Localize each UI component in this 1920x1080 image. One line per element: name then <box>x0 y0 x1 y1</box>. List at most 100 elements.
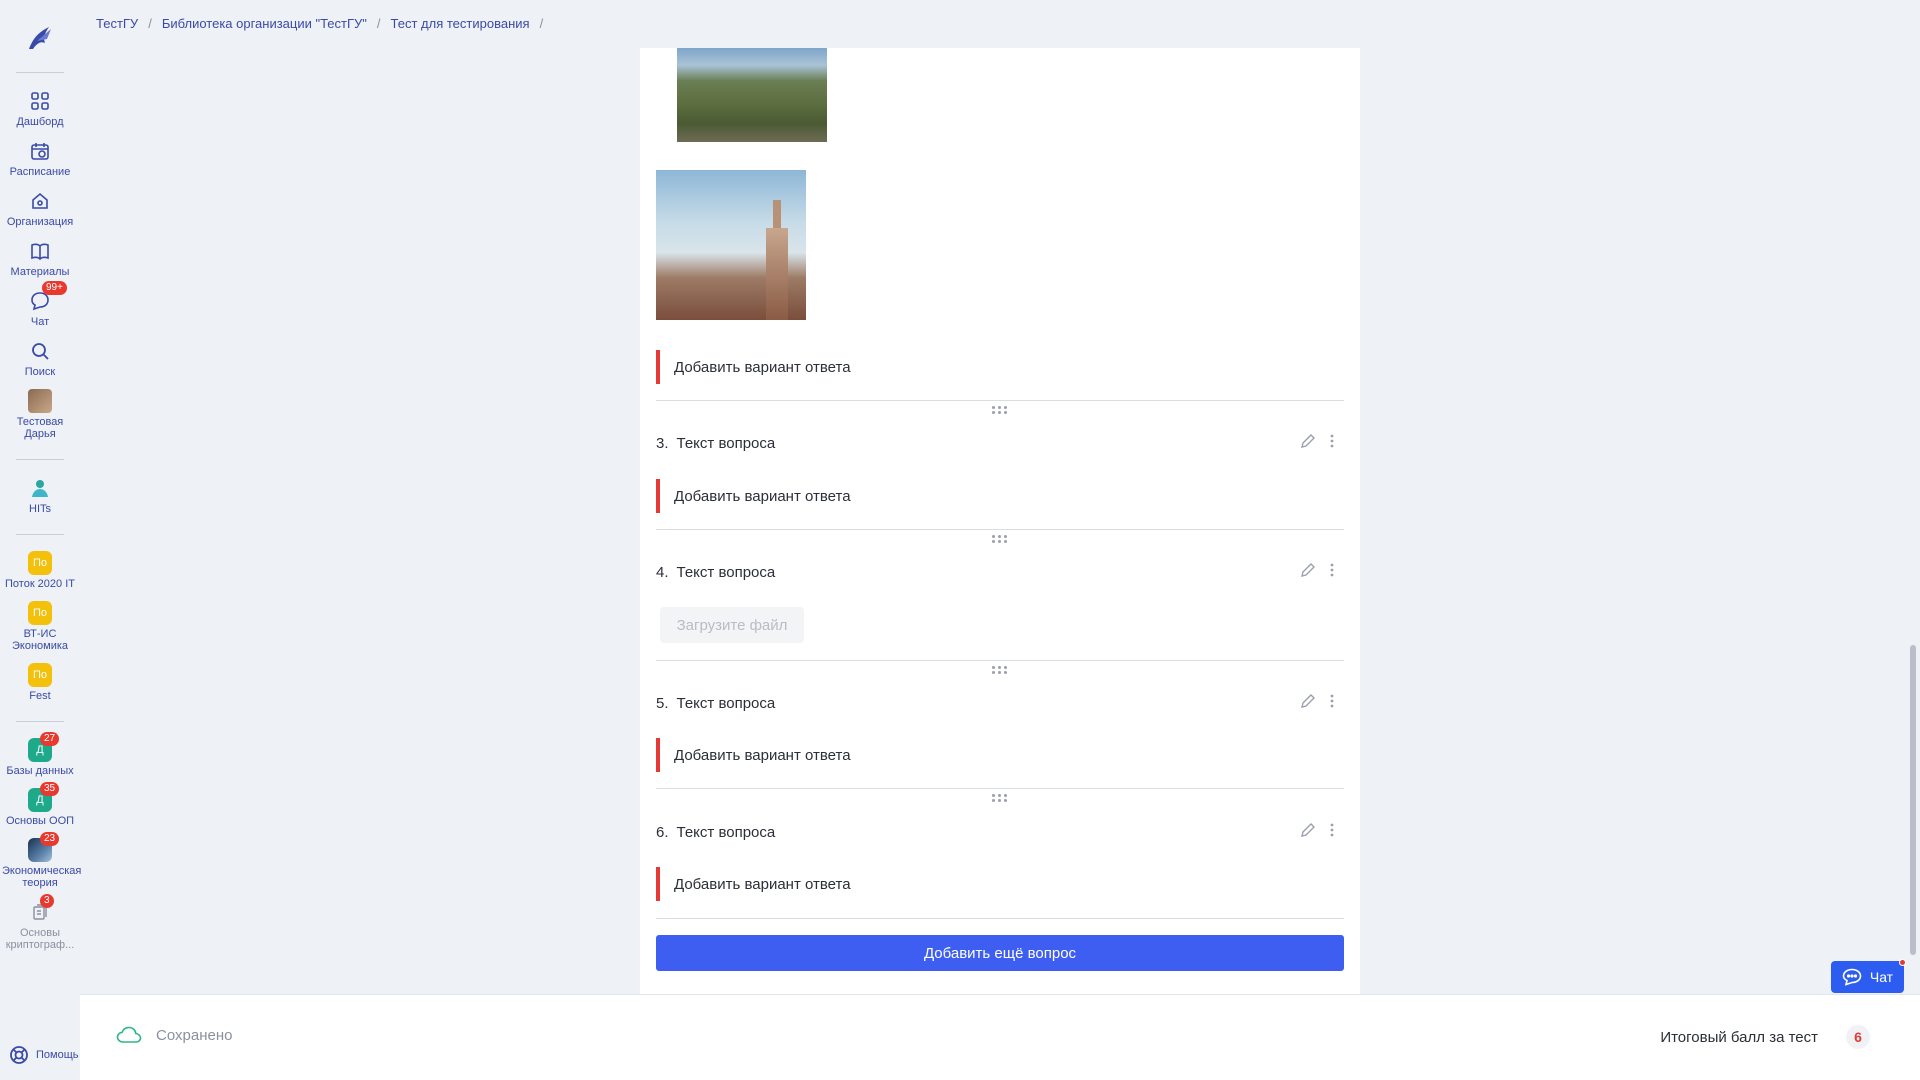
chat-bubble-icon <box>1842 968 1862 986</box>
sidebar-item-economics[interactable]: 23 Экономическая теория <box>0 832 82 894</box>
sidebar-item-label: Базы данных <box>6 765 74 777</box>
question-title[interactable]: 3. Текст вопроса <box>656 435 775 452</box>
sidebar-item-stream-2020[interactable]: По Поток 2020 IT <box>0 545 80 595</box>
bottom-status-bar: Сохранено Итоговый балл за тест 6 <box>80 994 1920 1080</box>
test-editor-card: Добавить вариант ответа 3. Текст вопроса… <box>640 48 1360 994</box>
breadcrumb-separator: / <box>148 16 152 31</box>
pencil-icon[interactable] <box>1300 433 1316 449</box>
sidebar-item-organization[interactable]: Организация <box>0 183 80 233</box>
help-label: Помощь <box>36 1049 79 1061</box>
question-title[interactable]: 5. Текст вопроса <box>656 695 775 712</box>
more-vertical-icon[interactable] <box>1330 694 1334 708</box>
question-divider <box>656 788 1344 789</box>
pencil-icon[interactable] <box>1300 562 1316 578</box>
grid-icon <box>28 89 52 113</box>
notification-badge: 27 <box>40 732 60 746</box>
sidebar-divider <box>16 721 64 722</box>
sidebar-item-fest[interactable]: По Fest <box>0 657 80 707</box>
question-divider <box>656 400 1344 401</box>
drag-handle-icon[interactable] <box>992 406 1007 414</box>
drag-handle-icon[interactable] <box>992 535 1007 543</box>
drag-handle-icon[interactable] <box>992 666 1007 674</box>
sidebar-item-chat[interactable]: 99+ Чат <box>0 281 80 333</box>
save-status: Сохранено <box>116 1026 232 1044</box>
sidebar-item-hits[interactable]: HITs <box>0 470 80 520</box>
sidebar-item-label: Экономическая теория <box>2 865 82 889</box>
sidebar-divider <box>16 459 64 460</box>
question-title[interactable]: 4. Текст вопроса <box>656 564 775 581</box>
pencil-icon[interactable] <box>1300 693 1316 709</box>
sidebar-item-label: Расписание <box>9 166 71 178</box>
add-answer-button[interactable]: Добавить вариант ответа <box>656 738 1344 772</box>
breadcrumb-separator: / <box>539 16 544 31</box>
question-title[interactable]: 6. Текст вопроса <box>656 824 775 841</box>
book-icon <box>28 239 52 263</box>
app-logo[interactable] <box>20 18 60 58</box>
answer-image-city <box>656 170 806 320</box>
sidebar-item-crypto[interactable]: 3 Основы криптограф... <box>0 894 80 956</box>
chat-button[interactable]: Чат <box>1831 959 1906 993</box>
document-icon: 3 <box>28 894 54 924</box>
pencil-icon[interactable] <box>1300 822 1316 838</box>
sidebar-item-search[interactable]: Поиск <box>0 333 80 383</box>
question-text: Текст вопроса <box>676 824 776 841</box>
breadcrumb-item[interactable]: ТестГУ <box>96 16 138 31</box>
sidebar-item-label: Поток 2020 IT <box>5 578 75 590</box>
help-link[interactable]: Помощь <box>8 1044 79 1066</box>
chat-icon: 99+ <box>28 281 67 313</box>
scrollbar-thumb[interactable] <box>1910 645 1916 955</box>
question-actions <box>1300 822 1334 838</box>
upload-file-button[interactable]: Загрузите файл <box>660 607 804 643</box>
question-number: 3. <box>656 435 669 452</box>
score-value: 6 <box>1846 1025 1870 1049</box>
sidebar-item-materials[interactable]: Материалы <box>0 233 80 283</box>
lifebuoy-icon <box>10 1046 28 1064</box>
add-answer-button[interactable]: Добавить вариант ответа <box>656 479 1344 513</box>
cloud-icon <box>116 1026 142 1043</box>
total-score: Итоговый балл за тест 6 <box>1660 1025 1870 1049</box>
search-icon <box>28 339 52 363</box>
question-number: 5. <box>656 695 669 712</box>
sidebar-item-schedule[interactable]: Расписание <box>0 133 80 183</box>
breadcrumb-item[interactable]: Библиотека организации "ТестГУ" <box>162 16 367 31</box>
sidebar-item-label: Чат <box>30 316 50 328</box>
question-divider <box>656 918 1344 919</box>
sidebar-item-label: Поиск <box>24 366 56 378</box>
add-answer-button[interactable]: Добавить вариант ответа <box>656 867 1344 901</box>
add-answer-button[interactable]: Добавить вариант ответа <box>656 350 1344 384</box>
more-vertical-icon[interactable] <box>1330 434 1334 448</box>
page-scrollbar[interactable] <box>1908 0 1918 994</box>
more-vertical-icon[interactable] <box>1330 823 1334 837</box>
group-tile: По <box>28 601 52 625</box>
add-question-button[interactable]: Добавить ещё вопрос <box>656 935 1344 971</box>
group-tile: По <box>28 551 52 575</box>
sidebar-item-dashboard[interactable]: Дашборд <box>0 83 80 133</box>
question-number: 4. <box>656 564 669 581</box>
question-text: Текст вопроса <box>676 435 776 452</box>
breadcrumb-item[interactable]: Тест для тестирования <box>391 16 530 31</box>
breadcrumb-separator: / <box>376 16 381 31</box>
sidebar-item-label: Тестовая Дарья <box>16 416 64 440</box>
sidebar-item-label: Основы ООП <box>5 815 75 827</box>
sidebar-item-oop[interactable]: Д 35 Основы ООП <box>0 782 80 832</box>
drag-handle-icon[interactable] <box>992 794 1007 802</box>
breadcrumb: ТестГУ / Библиотека организации "ТестГУ"… <box>96 16 543 31</box>
sidebar-item-label: Организация <box>6 216 74 228</box>
saved-label: Сохранено <box>156 1026 233 1044</box>
hits-icon <box>28 476 52 500</box>
sidebar-item-label: ВТ-ИС Экономика <box>11 628 69 652</box>
sidebar-item-vt-is[interactable]: По ВТ-ИС Экономика <box>0 595 80 657</box>
score-label: Итоговый балл за тест <box>1660 1028 1818 1046</box>
sidebar-item-label: Дашборд <box>16 116 64 128</box>
question-divider <box>656 529 1344 530</box>
notification-badge: 23 <box>40 832 60 846</box>
question-number: 6. <box>656 824 669 841</box>
sidebar-item-databases[interactable]: Д 27 Базы данных <box>0 732 80 782</box>
sidebar-item-profile[interactable]: Тестовая Дарья <box>0 383 80 445</box>
question-text: Текст вопроса <box>676 564 776 581</box>
notification-badge: 3 <box>40 894 54 908</box>
notification-badge: 35 <box>40 782 60 796</box>
answer-image-landscape <box>677 48 827 142</box>
group-tile: По <box>28 663 52 687</box>
more-vertical-icon[interactable] <box>1330 563 1334 577</box>
